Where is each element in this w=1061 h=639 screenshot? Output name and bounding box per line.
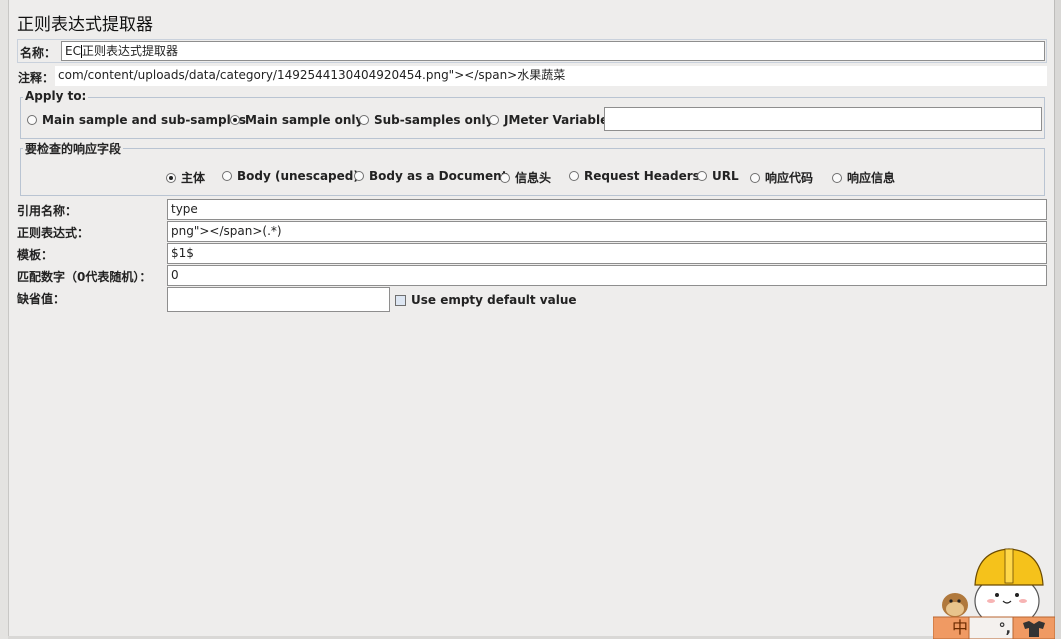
radio-headers[interactable]: 信息头 xyxy=(500,169,551,186)
template-input[interactable]: $1$ xyxy=(167,243,1047,264)
regex-label: 正则表达式： xyxy=(17,226,90,240)
ref-name-input[interactable]: type xyxy=(167,199,1047,220)
name-value-suffix: 正则表达式提取器 xyxy=(81,44,178,58)
radio-icon xyxy=(222,171,232,181)
radio-icon xyxy=(489,115,499,125)
response-field-legend: 要检查的响应字段 xyxy=(23,140,124,157)
radio-label: Main sample and sub-samples xyxy=(42,113,247,127)
radio-label: Request Headers xyxy=(584,169,700,183)
radio-jmeter-variable[interactable]: JMeter Variable xyxy=(489,113,608,127)
radio-main-only[interactable]: Main sample only xyxy=(230,113,363,127)
radio-response-message[interactable]: 响应信息 xyxy=(832,169,895,186)
jmeter-variable-input[interactable] xyxy=(604,107,1042,131)
template-label: 模板： xyxy=(17,248,54,262)
radio-selected-icon xyxy=(166,172,176,183)
checkbox-icon xyxy=(395,294,406,306)
radio-body-unescaped[interactable]: Body (unescaped) xyxy=(222,169,359,183)
ref-name-label: 引用名称： xyxy=(17,204,78,218)
name-label: 名称： xyxy=(20,46,57,60)
name-value-prefix: EC xyxy=(65,44,81,58)
radio-icon xyxy=(697,171,707,181)
apply-to-legend: Apply to: xyxy=(23,89,89,103)
right-scroll-edge xyxy=(1054,0,1061,639)
radio-label: URL xyxy=(712,169,739,183)
ime-punctuation-label[interactable]: °, xyxy=(999,621,1011,637)
radio-label: 信息头 xyxy=(515,171,552,185)
comment-field[interactable]: com/content/uploads/data/category/149254… xyxy=(55,66,1047,86)
default-value-input[interactable] xyxy=(167,287,390,312)
comment-label: 注释： xyxy=(18,71,55,85)
radio-label: 响应信息 xyxy=(847,171,896,185)
match-no-input[interactable]: 0 xyxy=(167,265,1047,286)
radio-selected-icon xyxy=(230,115,240,125)
regex-input[interactable]: png"></span>(.*) xyxy=(167,221,1047,242)
page-title: 正则表达式提取器 xyxy=(17,15,153,35)
radio-label: Body (unescaped) xyxy=(237,169,359,183)
radio-icon xyxy=(569,171,579,181)
radio-response-code[interactable]: 响应代码 xyxy=(750,169,813,186)
radio-label: Body as a Document xyxy=(369,169,508,183)
radio-request-headers[interactable]: Request Headers xyxy=(569,169,700,183)
radio-icon xyxy=(27,115,37,125)
radio-label: JMeter Variable xyxy=(504,113,609,127)
radio-main-and-sub[interactable]: Main sample and sub-samples xyxy=(27,113,246,127)
radio-icon xyxy=(500,172,510,183)
radio-body-as-document[interactable]: Body as a Document xyxy=(354,169,507,183)
radio-icon xyxy=(359,115,369,125)
radio-icon xyxy=(832,172,842,183)
radio-body[interactable]: 主体 xyxy=(166,169,205,186)
default-value-label: 缺省值： xyxy=(17,292,66,306)
radio-label: Sub-samples only xyxy=(374,113,494,127)
use-empty-default-label: Use empty default value xyxy=(411,293,577,307)
radio-label: 响应代码 xyxy=(765,171,814,185)
left-panel-edge xyxy=(0,0,9,639)
radio-sub-only[interactable]: Sub-samples only xyxy=(359,113,493,127)
radio-label: Main sample only xyxy=(245,113,364,127)
ime-chinese-mode-label[interactable]: 中 xyxy=(952,614,968,638)
radio-icon xyxy=(750,172,760,183)
name-field[interactable]: EC正则表达式提取器 xyxy=(61,41,1045,61)
radio-label: 主体 xyxy=(181,171,206,185)
radio-icon xyxy=(354,171,364,181)
match-no-label: 匹配数字（0代表随机）： xyxy=(17,270,152,284)
use-empty-default-checkbox[interactable]: Use empty default value xyxy=(395,293,577,307)
radio-url[interactable]: URL xyxy=(697,169,739,183)
